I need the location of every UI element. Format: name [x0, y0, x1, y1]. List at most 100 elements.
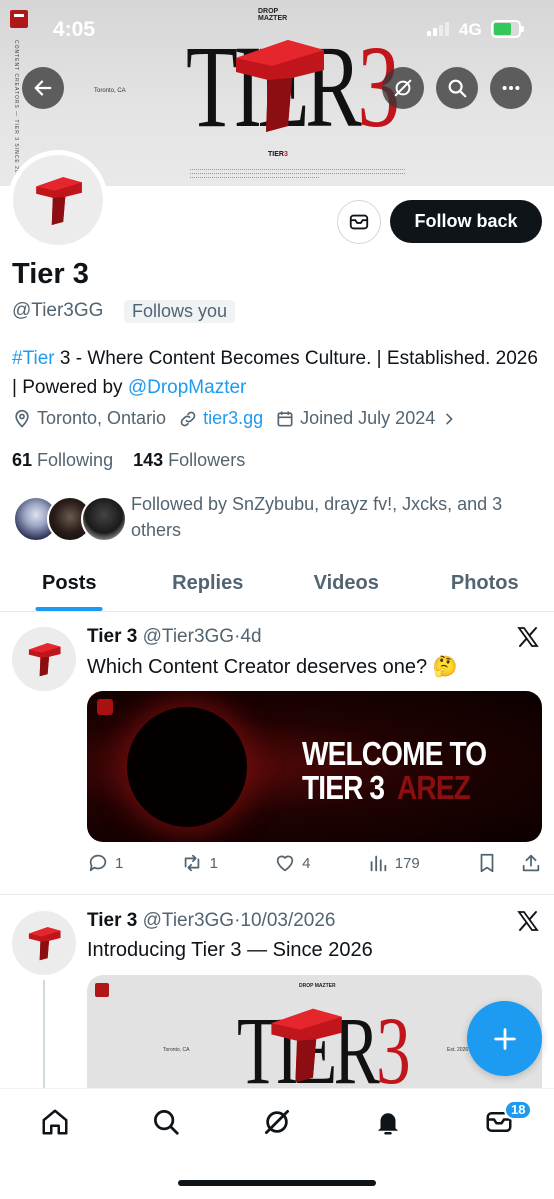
post-author-handle: @Tier3GG [142, 626, 235, 647]
search-icon [154, 1110, 179, 1135]
media-dark-circle [127, 707, 247, 827]
x-logo-icon[interactable] [516, 909, 540, 933]
chevron-right-icon [446, 413, 454, 424]
nav-notifications[interactable] [371, 1105, 405, 1139]
profile-location: Toronto, Ontario [12, 408, 166, 429]
search-button[interactable] [436, 67, 478, 109]
home-icon [42, 1109, 68, 1135]
tier3-logo-icon [95, 983, 109, 997]
tier3-t-mark-icon [28, 643, 61, 677]
tier3-t-mark-icon [271, 1008, 342, 1083]
share-group [476, 852, 542, 874]
grok-button[interactable] [382, 67, 424, 109]
search-icon [448, 79, 467, 98]
avatar [81, 496, 127, 542]
reply-button[interactable]: 1 [87, 852, 123, 874]
nav-search[interactable] [149, 1105, 183, 1139]
battery-icon [491, 20, 524, 38]
tier3-logo-icon [97, 699, 113, 715]
thread-line [43, 980, 45, 1090]
media-location: Toronto, CA [163, 1047, 190, 1053]
post-author-name[interactable]: Tier 3 [87, 626, 137, 647]
link-icon [180, 411, 196, 426]
post-time: 4d [240, 626, 262, 647]
post-actions: 1 1 4 179 [87, 852, 542, 874]
post-divider [0, 894, 554, 895]
bio-hashtag-link[interactable]: #Tier [12, 348, 55, 369]
reply-icon [89, 854, 107, 872]
profile-bio: #Tier 3 - Where Content Becomes Culture.… [12, 348, 538, 398]
location-pin-icon [15, 409, 29, 428]
tab-photos[interactable]: Photos [416, 556, 554, 611]
x-logo-icon[interactable] [516, 625, 540, 649]
bookmark-icon[interactable] [476, 852, 498, 874]
tab-replies[interactable]: Replies [139, 556, 278, 611]
views-button[interactable]: 179 [367, 852, 420, 874]
post-header: Tier 3 @Tier3GG·4d [87, 626, 262, 647]
repost-icon [184, 854, 199, 872]
more-dots-icon [502, 85, 520, 91]
profile-website[interactable]: tier3.gg [178, 408, 263, 429]
followed-by-avatars[interactable] [13, 496, 127, 542]
post-text: Which Content Creator deserves one? 🤔 [87, 656, 458, 678]
media-headline: WELCOME TO [302, 735, 487, 772]
share-icon[interactable] [520, 852, 542, 874]
like-button[interactable]: 4 [274, 852, 311, 874]
tab-posts[interactable]: Posts [0, 556, 139, 611]
repost-button[interactable]: 1 [180, 852, 218, 874]
post-time: 10/03/2026 [240, 910, 336, 931]
follow-back-button[interactable]: Follow back [390, 200, 542, 243]
grok-icon [394, 79, 412, 97]
calendar-icon [277, 411, 293, 426]
network-type: 4G [459, 20, 482, 39]
tier3-t-mark-icon [28, 927, 61, 961]
tab-videos[interactable]: Videos [277, 556, 416, 611]
post-author-name[interactable]: Tier 3 [87, 910, 137, 931]
followed-by-text[interactable]: Followed by SnZybubu, drayz fv!, Jxcks, … [131, 491, 541, 543]
post-author-handle: @Tier3GG [142, 910, 235, 931]
post-media-image[interactable]: WELCOME TO TIER 3 AREZ [87, 691, 542, 842]
bio-mention-link[interactable]: @DropMazter [128, 377, 247, 398]
banner-side-text: CONTENT CREATORS — TIER 3 SINCE 2026 [13, 40, 19, 182]
media-established: Est. 2026 [447, 1047, 469, 1053]
tier3-t-mark-icon [36, 177, 82, 225]
back-button[interactable] [22, 67, 64, 109]
post-text: Introducing Tier 3 — Since 2026 [87, 939, 373, 961]
media-name: AREZ [397, 769, 471, 806]
more-options-button[interactable] [490, 67, 532, 109]
followers-count[interactable]: 143 Followers [133, 450, 245, 470]
post-header: Tier 3 @Tier3GG·10/03/2026 [87, 910, 336, 931]
tier3-t-mark-icon [236, 40, 324, 132]
envelope-icon [349, 214, 369, 230]
messages-badge: 18 [504, 1100, 533, 1120]
profile-joined[interactable]: Joined July 2024 [275, 408, 462, 429]
follow-counts: 61 Following 143 Followers [12, 450, 245, 471]
plus-icon [493, 1027, 516, 1050]
arrow-left-icon [34, 80, 52, 96]
banner-subtitle: TIER3 [268, 151, 288, 158]
grok-icon [265, 1110, 289, 1134]
views-chart-icon [370, 855, 386, 872]
banner-location: Toronto, CA [94, 88, 126, 94]
home-indicator[interactable] [178, 1180, 376, 1186]
compose-post-button[interactable] [467, 1001, 542, 1076]
dropmazter-logo: DROP MAZTER [299, 983, 336, 989]
cellular-signal-icon [427, 22, 449, 36]
nav-home[interactable] [38, 1105, 72, 1139]
following-count[interactable]: 61 Following [12, 450, 113, 470]
post-avatar[interactable] [12, 911, 76, 975]
heart-icon [276, 855, 294, 872]
bell-icon [378, 1113, 398, 1135]
message-button[interactable] [337, 200, 381, 244]
banner-description-lines [190, 166, 405, 178]
nav-grok[interactable] [260, 1105, 294, 1139]
profile-avatar[interactable] [8, 150, 108, 250]
follows-you-badge: Follows you [124, 300, 236, 323]
profile-tabs: Posts Replies Videos Photos [0, 556, 554, 612]
media-subheadline: TIER 3 [302, 769, 385, 806]
profile-meta: Toronto, Ontario tier3.gg Joined July 20… [12, 408, 474, 429]
dropmazter-logo: DROP MAZTER [258, 8, 288, 22]
tier3-logo-icon [10, 10, 28, 28]
status-time: 4:05 [53, 18, 96, 41]
post-avatar[interactable] [12, 627, 76, 691]
